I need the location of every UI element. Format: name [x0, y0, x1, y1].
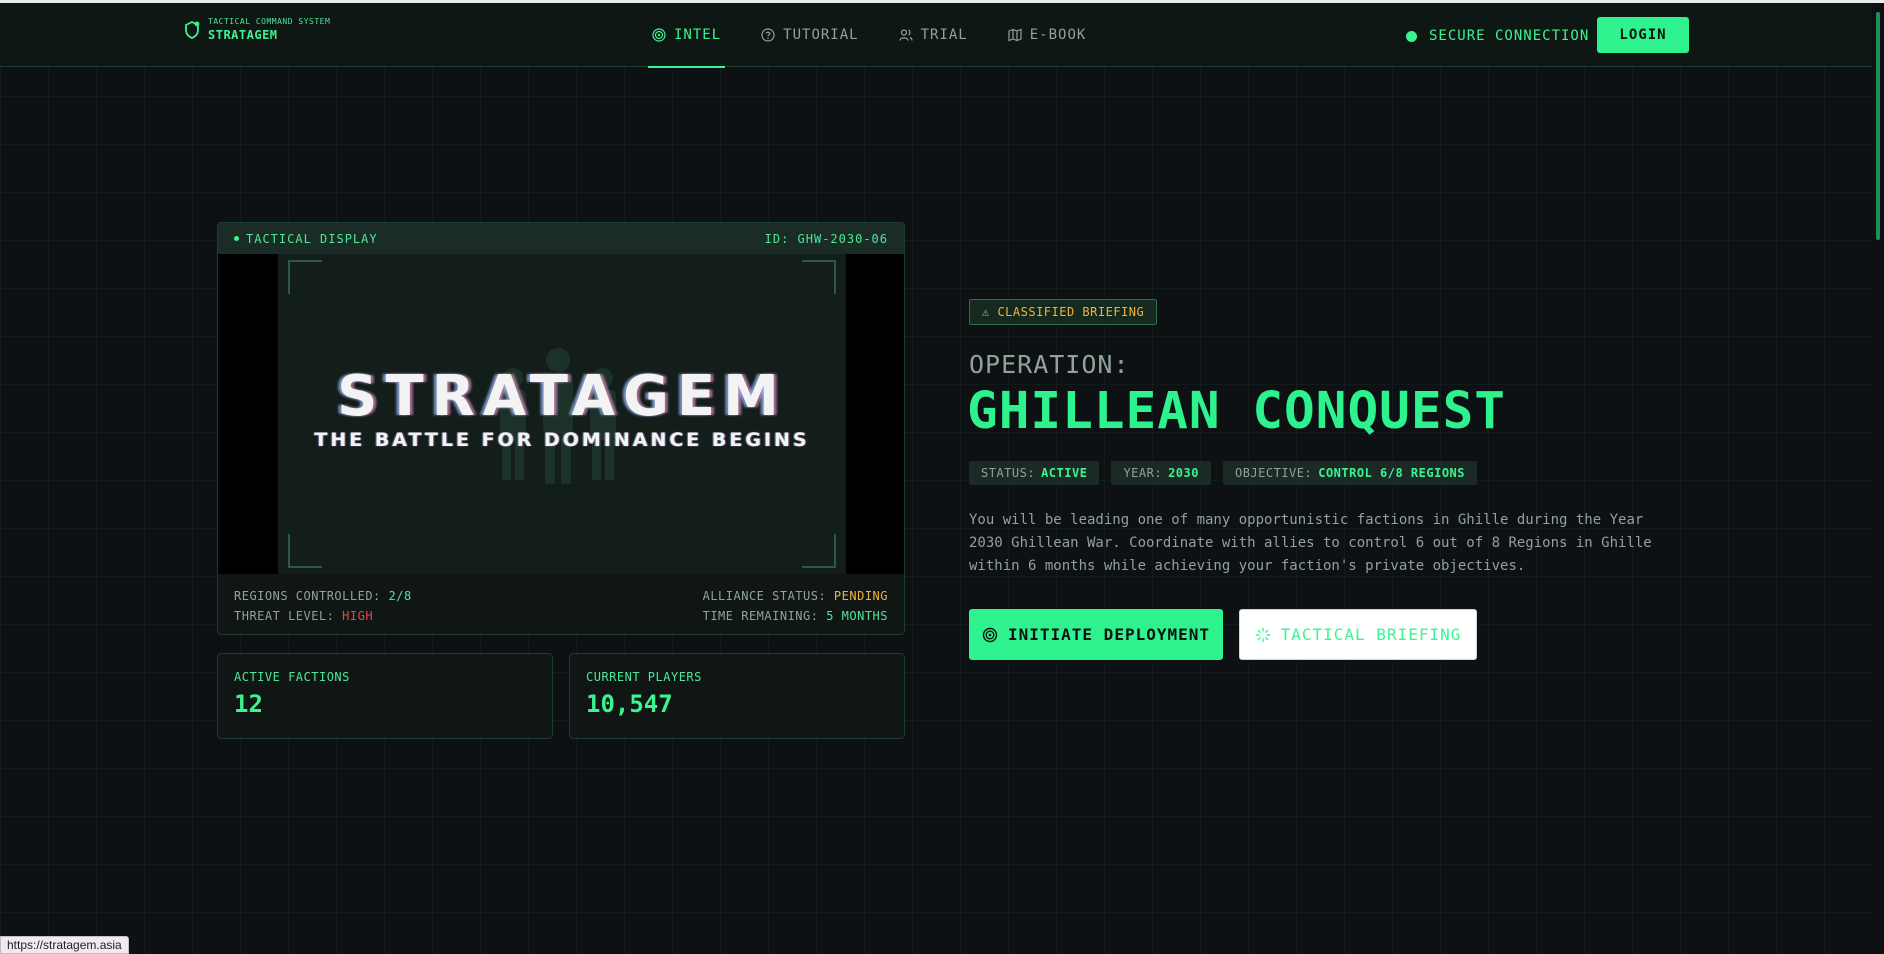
operation-description: You will be leading one of many opportun… — [969, 512, 1652, 574]
nav-item-intel[interactable]: INTEL — [648, 3, 726, 68]
frame-corner-icon — [802, 260, 836, 294]
scrollbar-thumb[interactable] — [1876, 12, 1880, 240]
main-nav: INTEL TUTORIAL TRIAL E-BOOK — [648, 3, 1122, 68]
secure-connection-indicator: SECURE CONNECTION — [1406, 28, 1589, 44]
tactical-briefing-button[interactable]: TACTICAL BRIEFING — [1239, 609, 1477, 660]
help-circle-icon — [761, 28, 775, 42]
alliance-status: ALLIANCE STATUS: PENDING — [702, 589, 888, 603]
users-icon — [898, 29, 913, 41]
shield-icon — [185, 20, 200, 39]
top-navbar: TACTICAL COMMAND SYSTEM STRATAGEM INTEL … — [0, 3, 1872, 68]
status-bar-url: https://stratagem.asia — [0, 936, 129, 954]
video-logo-title: STRATAGEM — [337, 364, 787, 429]
target-icon — [982, 627, 998, 642]
classified-badge: ⚠ CLASSIFIED BRIEFING — [969, 299, 1158, 325]
video-screen[interactable]: STRATAGEM THE BATTLE FOR DOMINANCE BEGIN… — [218, 254, 904, 574]
tactical-briefing-label: TACTICAL BRIEFING — [1280, 625, 1462, 644]
nav-label-intel: INTEL — [674, 27, 722, 43]
active-factions-value: 12 — [234, 690, 263, 718]
initiate-deployment-button[interactable]: INITIATE DEPLOYMENT — [969, 609, 1223, 660]
brand-subtitle: TACTICAL COMMAND SYSTEM — [208, 17, 331, 26]
status-dot-icon — [1406, 30, 1417, 42]
regions-controlled: REGIONS CONTROLLED: 2/8 — [234, 589, 412, 603]
tactical-display-panel: TACTICAL DISPLAY ID: GHW-2030-06 STRATAG… — [217, 222, 905, 635]
operation-label: OPERATION: — [969, 350, 1130, 379]
brand-name: STRATAGEM — [208, 28, 278, 42]
nav-item-ebook[interactable]: E-BOOK — [1004, 3, 1091, 67]
nav-item-trial[interactable]: TRIAL — [895, 3, 972, 67]
frame-corner-icon — [288, 260, 322, 294]
map-icon — [1008, 28, 1022, 42]
nav-item-tutorial[interactable]: TUTORIAL — [757, 3, 862, 67]
nav-label-tutorial: TUTORIAL — [783, 27, 859, 43]
initiate-deployment-label: INITIATE DEPLOYMENT — [1007, 625, 1211, 644]
frame-corner-icon — [802, 534, 836, 568]
panel-header: TACTICAL DISPLAY ID: GHW-2030-06 — [218, 223, 904, 254]
status-chip: STATUS: ACTIVE — [969, 461, 1100, 485]
current-players-card: CURRENT PLAYERS 10,547 — [569, 653, 905, 739]
video-logo-subtitle: THE BATTLE FOR DOMINANCE BEGINS — [314, 429, 810, 451]
panel-title: TACTICAL DISPLAY — [246, 231, 378, 246]
nav-label-trial: TRIAL — [920, 27, 968, 43]
secure-connection-label: SECURE CONNECTION — [1429, 28, 1590, 44]
video-frame: STRATAGEM THE BATTLE FOR DOMINANCE BEGIN… — [278, 254, 846, 574]
year-chip: YEAR: 2030 — [1111, 461, 1211, 485]
live-dot-icon — [234, 236, 239, 241]
loader-icon — [1255, 627, 1270, 642]
operation-title: GHILLEAN CONQUEST — [967, 382, 1506, 441]
time-remaining: TIME REMAINING: 5 MONTHS — [702, 609, 888, 623]
brand[interactable]: TACTICAL COMMAND SYSTEM STRATAGEM — [184, 17, 330, 43]
current-players-label: CURRENT PLAYERS — [586, 670, 702, 684]
active-factions-card: ACTIVE FACTIONS 12 — [217, 653, 553, 739]
nav-label-ebook: E-BOOK — [1029, 27, 1087, 43]
panel-footer: REGIONS CONTROLLED: 2/8 ALLIANCE STATUS:… — [218, 574, 904, 626]
login-button[interactable]: LOGIN — [1597, 17, 1689, 53]
mission-id: ID: GHW-2030-06 — [764, 231, 888, 246]
current-players-value: 10,547 — [586, 690, 673, 718]
target-icon — [652, 28, 666, 42]
objective-chip: OBJECTIVE: CONTROL 6/8 REGIONS — [1222, 461, 1477, 485]
active-factions-label: ACTIVE FACTIONS — [234, 670, 350, 684]
threat-level: THREAT LEVEL: HIGH — [234, 609, 374, 623]
operation-chips: STATUS: ACTIVE YEAR: 2030 OBJECTIVE: CONTRO… — [969, 461, 1477, 485]
frame-corner-icon — [288, 534, 322, 568]
